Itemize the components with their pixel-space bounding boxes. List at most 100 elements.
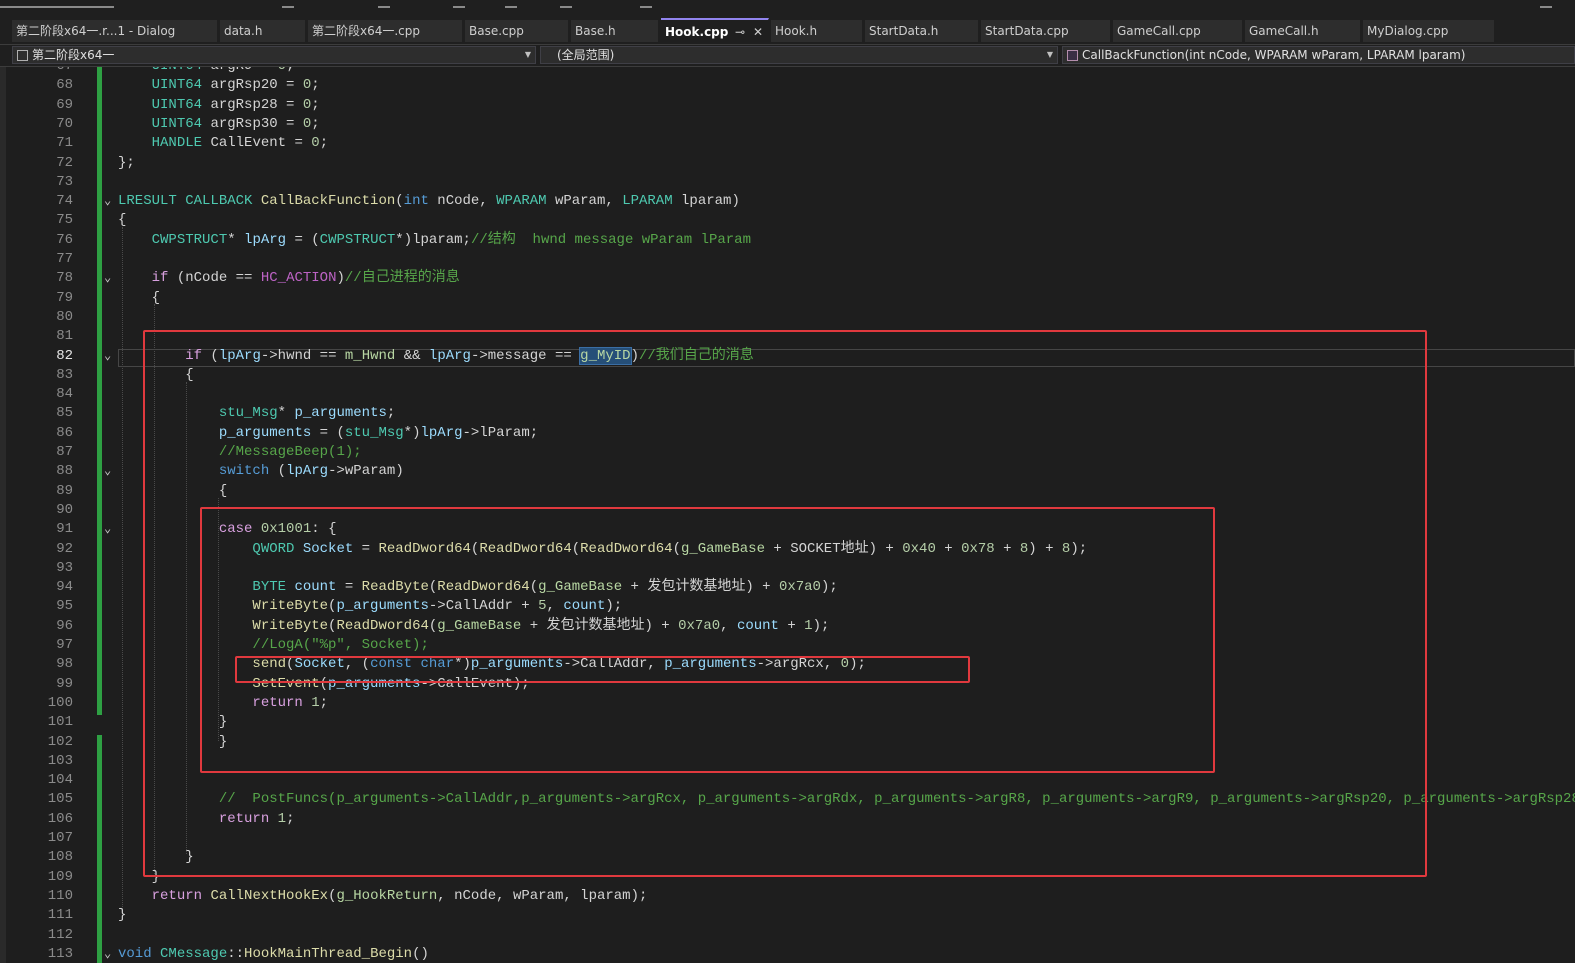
toolbar-icon[interactable]: [282, 0, 294, 8]
tab-startdata-h[interactable]: StartData.h: [865, 20, 979, 42]
navigation-bar: 第二阶段x64一 ▼ (全局范围) ▼ CallBackFunction(int…: [0, 45, 1575, 67]
code-line[interactable]: 112: [0, 926, 1575, 945]
code-line[interactable]: 69 UINT64 argRsp28 = 0;: [0, 96, 1575, 115]
close-icon[interactable]: ✕: [753, 20, 763, 44]
code-line[interactable]: 77: [0, 250, 1575, 269]
tab-dialog-resource[interactable]: 第二阶段x64一.r...1 - Dialog: [12, 20, 218, 42]
tab-label: GameCall.cpp: [1117, 24, 1201, 38]
tab-gamecall-cpp[interactable]: GameCall.cpp: [1113, 20, 1243, 42]
fold-chevron-icon[interactable]: ⌄: [104, 192, 111, 211]
tab-mydialog-cpp[interactable]: MyDialog.cpp: [1363, 20, 1495, 42]
line-number: 92: [56, 540, 73, 557]
code-line[interactable]: 70 UINT64 argRsp30 = 0;: [0, 115, 1575, 134]
tab-base-h[interactable]: Base.h: [571, 20, 659, 42]
code-line[interactable]: 73: [0, 173, 1575, 192]
code-line[interactable]: 78 ⌄ if (nCode == HC_ACTION)//自己进程的消息: [0, 269, 1575, 288]
code-text: UINT64 argRsp30 = 0;: [151, 115, 320, 132]
tab-label: Hook.h: [775, 24, 818, 38]
tab-data-h[interactable]: data.h: [220, 20, 306, 42]
code-line[interactable]: 110 return CallNextHookEx(g_HookReturn, …: [0, 887, 1575, 906]
toolbar-icon[interactable]: [1540, 0, 1552, 8]
code-text: void CMessage::HookMainThread_Begin(): [118, 945, 429, 962]
line-number: 97: [56, 637, 73, 653]
code-line[interactable]: 74 ⌄ LRESULT CALLBACK CallBackFunction(int…: [0, 192, 1575, 211]
line-number: 112: [47, 926, 73, 943]
line-number: 77: [56, 251, 73, 267]
tab-hook-cpp[interactable]: Hook.cpp ⊸ ✕: [661, 18, 769, 44]
code-line[interactable]: 72};: [0, 154, 1575, 173]
code-editor[interactable]: 67 UINT64 argR9 = 0;68 UINT64 argRsp20 =…: [0, 67, 1575, 963]
code-line[interactable]: 71 HANDLE CallEvent = 0;: [0, 134, 1575, 153]
fold-chevron-icon[interactable]: ⌄: [104, 347, 111, 366]
line-number: 108: [47, 849, 73, 866]
line-number: 94: [56, 579, 73, 596]
tab-label: 第二阶段x64一.cpp: [312, 24, 421, 38]
pin-icon[interactable]: ⊸: [735, 20, 745, 44]
fold-chevron-icon[interactable]: ⌄: [104, 520, 111, 539]
line-number: 68: [56, 77, 73, 94]
line-number: 82: [56, 347, 73, 364]
scope-name: (全局范围): [557, 48, 615, 62]
project-dropdown[interactable]: 第二阶段x64一 ▼: [12, 46, 536, 64]
line-number: 89: [56, 482, 73, 499]
toolbar-icon[interactable]: [640, 0, 652, 8]
code-line[interactable]: 80: [0, 308, 1575, 327]
code-line[interactable]: 68 UINT64 argRsp20 = 0;: [0, 76, 1575, 95]
tab-hook-h[interactable]: Hook.h: [771, 20, 863, 42]
line-number: 85: [56, 405, 73, 422]
code-text: };: [118, 154, 135, 171]
fold-chevron-icon[interactable]: ⌄: [104, 269, 111, 288]
toolbar-icon[interactable]: [560, 0, 572, 8]
code-line[interactable]: 76 CWPSTRUCT* lpArg = (CWPSTRUCT*)lparam…: [0, 231, 1575, 250]
line-number: 104: [47, 772, 73, 789]
line-number: 91: [56, 521, 73, 538]
code-text: HANDLE CallEvent = 0;: [151, 135, 329, 152]
tab-label: Hook.cpp: [665, 25, 729, 39]
tab-main-cpp[interactable]: 第二阶段x64一.cpp: [308, 20, 463, 42]
code-line[interactable]: 79 {: [0, 289, 1575, 308]
toolbar: [0, 0, 1575, 18]
tab-label: Base.h: [575, 24, 616, 38]
scope-dropdown[interactable]: (全局范围) ▼: [540, 46, 1058, 64]
tab-label: Base.cpp: [469, 24, 524, 38]
line-number: 101: [47, 714, 73, 731]
line-number: 99: [56, 675, 73, 692]
code-text: {: [118, 289, 161, 306]
line-number: 88: [56, 463, 73, 480]
code-text: {: [118, 212, 127, 229]
line-number: 75: [56, 212, 73, 229]
toolbar-icon[interactable]: [378, 0, 390, 8]
tab-base-cpp[interactable]: Base.cpp: [465, 20, 569, 42]
member-name: CallBackFunction(int nCode, WPARAM wPara…: [1082, 48, 1466, 62]
code-line[interactable]: 111}: [0, 906, 1575, 925]
line-number: 84: [56, 386, 73, 403]
tab-gamecall-h[interactable]: GameCall.h: [1245, 20, 1361, 42]
function-icon: [1067, 50, 1078, 61]
chevron-down-icon: ▼: [1046, 50, 1053, 59]
tab-label: StartData.h: [869, 24, 939, 38]
annotation-box-send: [235, 656, 970, 683]
tab-startdata-cpp[interactable]: StartData.cpp: [981, 20, 1111, 42]
code-line[interactable]: 67 UINT64 argR9 = 0;: [0, 67, 1575, 76]
line-number: 100: [47, 694, 73, 711]
line-number: 76: [56, 231, 73, 248]
code-line[interactable]: 75 {: [0, 211, 1575, 230]
line-number: 86: [56, 424, 73, 441]
line-number: 106: [47, 810, 73, 827]
line-number: 78: [56, 270, 73, 287]
fold-chevron-icon[interactable]: ⌄: [104, 462, 111, 481]
line-number: 72: [56, 154, 73, 171]
toolbar-icon[interactable]: [505, 0, 517, 8]
code-line[interactable]: 113 ⌄ void CMessage::HookMainThread_Begin(…: [0, 945, 1575, 963]
line-number: 70: [56, 115, 73, 132]
toolbar-icon[interactable]: [453, 0, 465, 8]
code-text: if (nCode == HC_ACTION)//自己进程的消息: [151, 270, 460, 287]
line-number: 105: [47, 791, 73, 808]
toolbar-icon[interactable]: [0, 0, 114, 8]
fold-chevron-icon[interactable]: ⌄: [104, 945, 111, 963]
member-dropdown[interactable]: CallBackFunction(int nCode, WPARAM wPara…: [1062, 46, 1575, 64]
code-text: LRESULT CALLBACK CallBackFunction(int nC…: [118, 193, 740, 210]
code-text: UINT64 argR9 = 0;: [118, 67, 295, 76]
line-number: 98: [56, 656, 73, 673]
line-number: 109: [47, 868, 73, 885]
